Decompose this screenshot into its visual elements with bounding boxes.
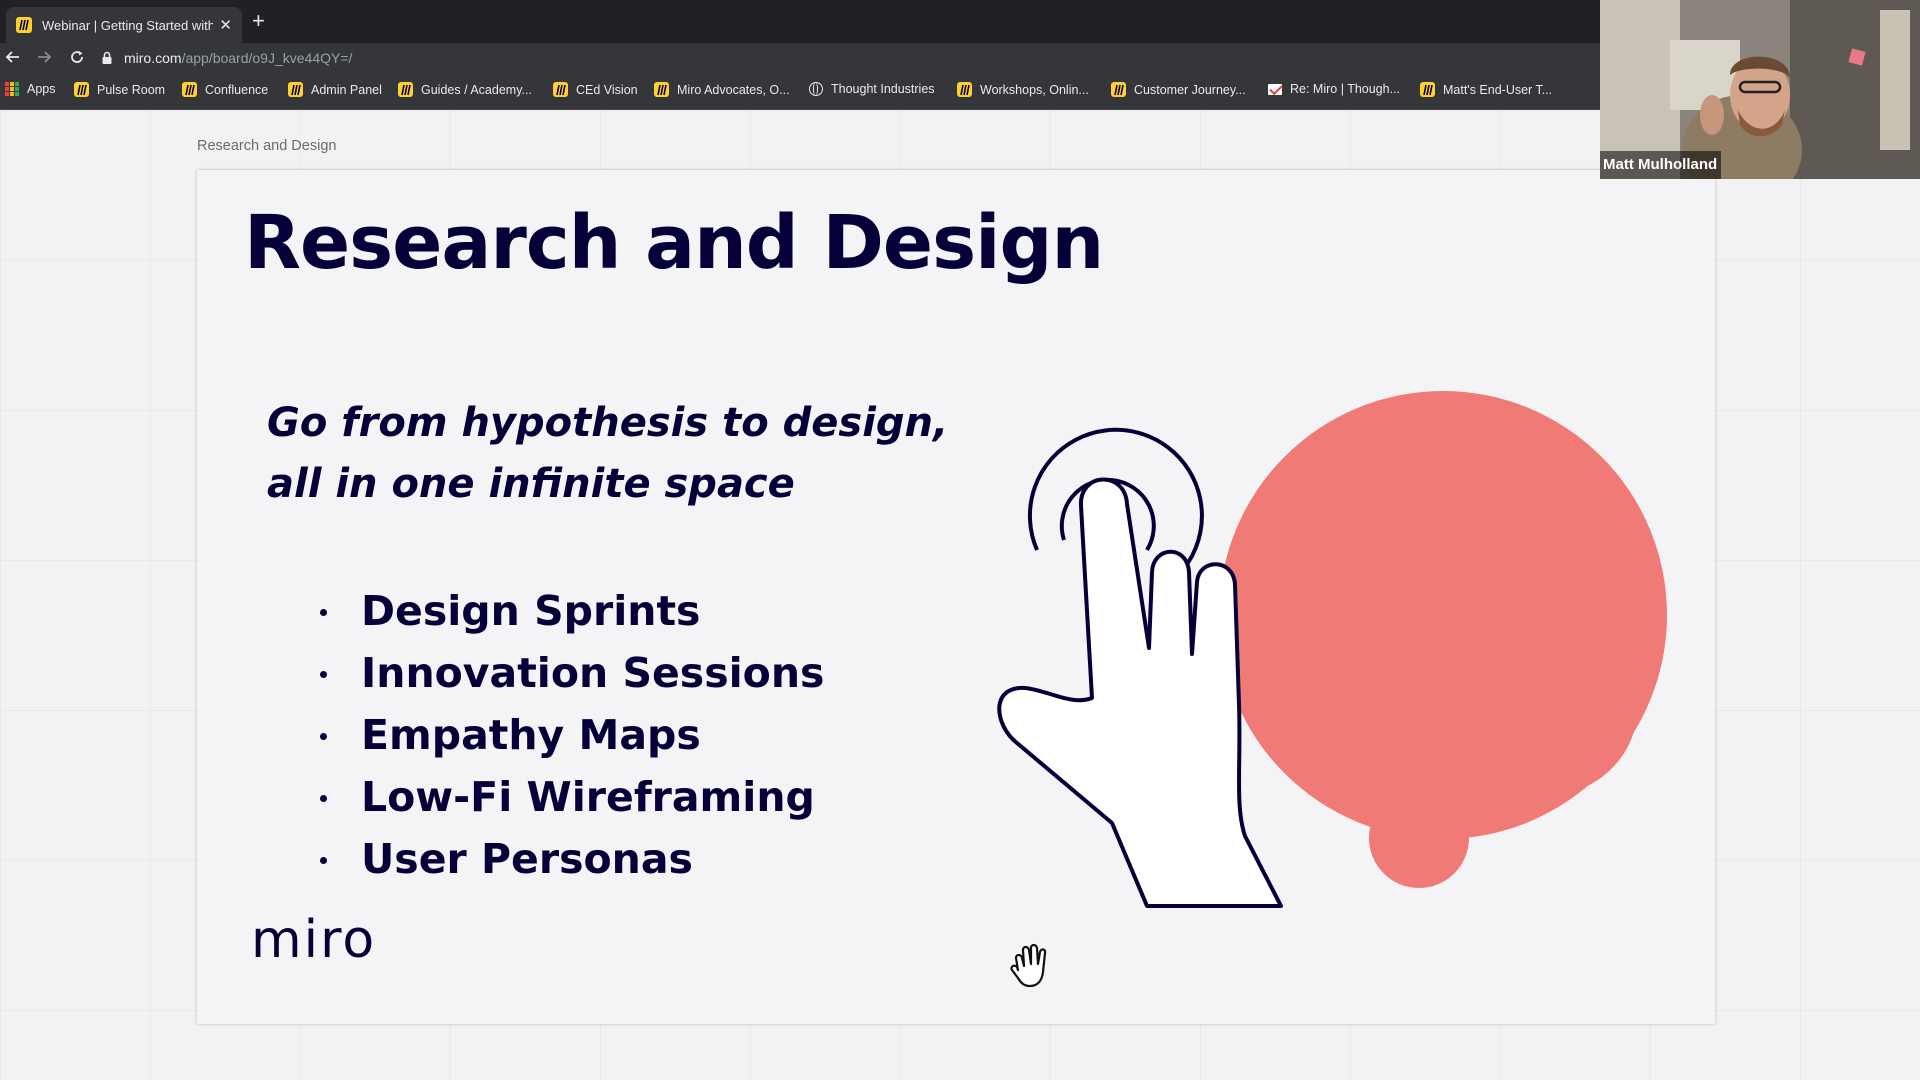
hand-tap-illustration [997,391,1667,908]
bullet-item: Empathy Maps [301,704,824,766]
miro-favicon-icon [16,17,32,33]
url-host: miro.com [124,49,182,66]
bullet-list: Design Sprints Innovation Sessions Empat… [301,580,824,890]
miro-icon [654,82,669,97]
miro-icon [182,82,197,97]
gmail-icon [1268,83,1282,95]
bookmark-label: Matt's End-User T... [1443,82,1553,97]
medium-coral-circle [1458,615,1638,795]
apps-grid-icon [5,82,19,96]
bookmark-label: Admin Panel [311,82,382,97]
bookmark-admin-panel[interactable]: Admin Panel [288,82,382,97]
grab-hand-cursor-icon [1010,943,1047,988]
miro-icon [553,82,568,97]
miro-icon [1111,82,1126,97]
bullet-item: Innovation Sessions [301,642,824,704]
address-bar[interactable]: miro.com/app/board/o9J_kve44QY=/ [100,46,1590,69]
bookmark-apps[interactable]: Apps [5,82,56,96]
lock-icon [102,51,112,64]
bookmark-re-miro[interactable]: Re: Miro | Though... [1268,82,1400,96]
miro-icon [398,82,413,97]
new-tab-plus-icon[interactable]: + [252,10,265,32]
bookmark-miro-advocates[interactable]: Miro Advocates, O... [654,82,790,97]
bookmark-label: Miro Advocates, O... [677,82,790,97]
small-coral-circle [1369,788,1469,888]
browser-toolbar: miro.com/app/board/o9J_kve44QY=/ [0,43,1600,72]
forward-arrow-icon[interactable] [34,47,54,67]
bookmark-label: Apps [27,82,56,96]
bookmark-label: CEd Vision [576,82,638,97]
frame-label[interactable]: Research and Design [197,138,336,154]
bookmark-label: Guides / Academy... [421,82,532,97]
bookmark-confluence[interactable]: Confluence [182,82,268,97]
browser-tab-active[interactable]: Webinar | Getting Started with ✕ [6,7,242,43]
slide-subtitle: Go from hypothesis to design, all in one… [267,400,949,507]
slide-title: Research and Design [244,200,1104,286]
url-path: /app/board/o9J_kve44QY=/ [181,49,353,66]
bookmark-customer-journey[interactable]: Customer Journey... [1111,82,1246,97]
bookmark-matts-end-user[interactable]: Matt's End-User T... [1420,82,1552,97]
bookmark-guides-academy[interactable]: Guides / Academy... [398,82,532,97]
miro-icon [288,82,303,97]
bookmark-label: Re: Miro | Though... [1290,82,1401,96]
bullet-item: Design Sprints [301,580,824,642]
reload-icon[interactable] [67,47,87,67]
bookmark-ced-vision[interactable]: CEd Vision [553,82,638,97]
bookmark-pulse-room[interactable]: Pulse Room [74,82,165,97]
bookmark-label: Confluence [205,82,269,97]
browser-tab-bar: Webinar | Getting Started with ✕ + [0,0,1600,43]
bookmark-label: Workshops, Onlin... [980,82,1089,97]
globe-icon [809,82,823,96]
tab-close-icon[interactable]: ✕ [219,16,232,34]
miro-icon [957,82,972,97]
bookmark-label: Thought Industries [831,82,935,96]
bookmark-label: Customer Journey... [1134,82,1246,97]
miro-logo: miro [251,910,377,970]
bookmark-thought-industries[interactable]: Thought Industries [809,82,935,96]
participant-name-label: Matt Mulholland [1600,151,1722,179]
miro-icon [1420,82,1435,97]
miro-icon [74,82,89,97]
tab-title: Webinar | Getting Started with [42,17,214,33]
bookmark-workshops[interactable]: Workshops, Onlin... [957,82,1089,97]
presentation-frame[interactable]: Research and Design Go from hypothesis t… [197,170,1715,1024]
bullet-item: Low-Fi Wireframing [301,766,824,828]
bookmarks-bar: Apps Pulse Room Confluence Admin Panel G… [0,72,1600,110]
bookmark-label: Pulse Room [97,82,166,97]
bullet-item: User Personas [301,828,824,890]
participant-video-tile[interactable]: Matt Mulholland [1600,0,1920,179]
back-arrow-icon[interactable] [3,47,23,67]
